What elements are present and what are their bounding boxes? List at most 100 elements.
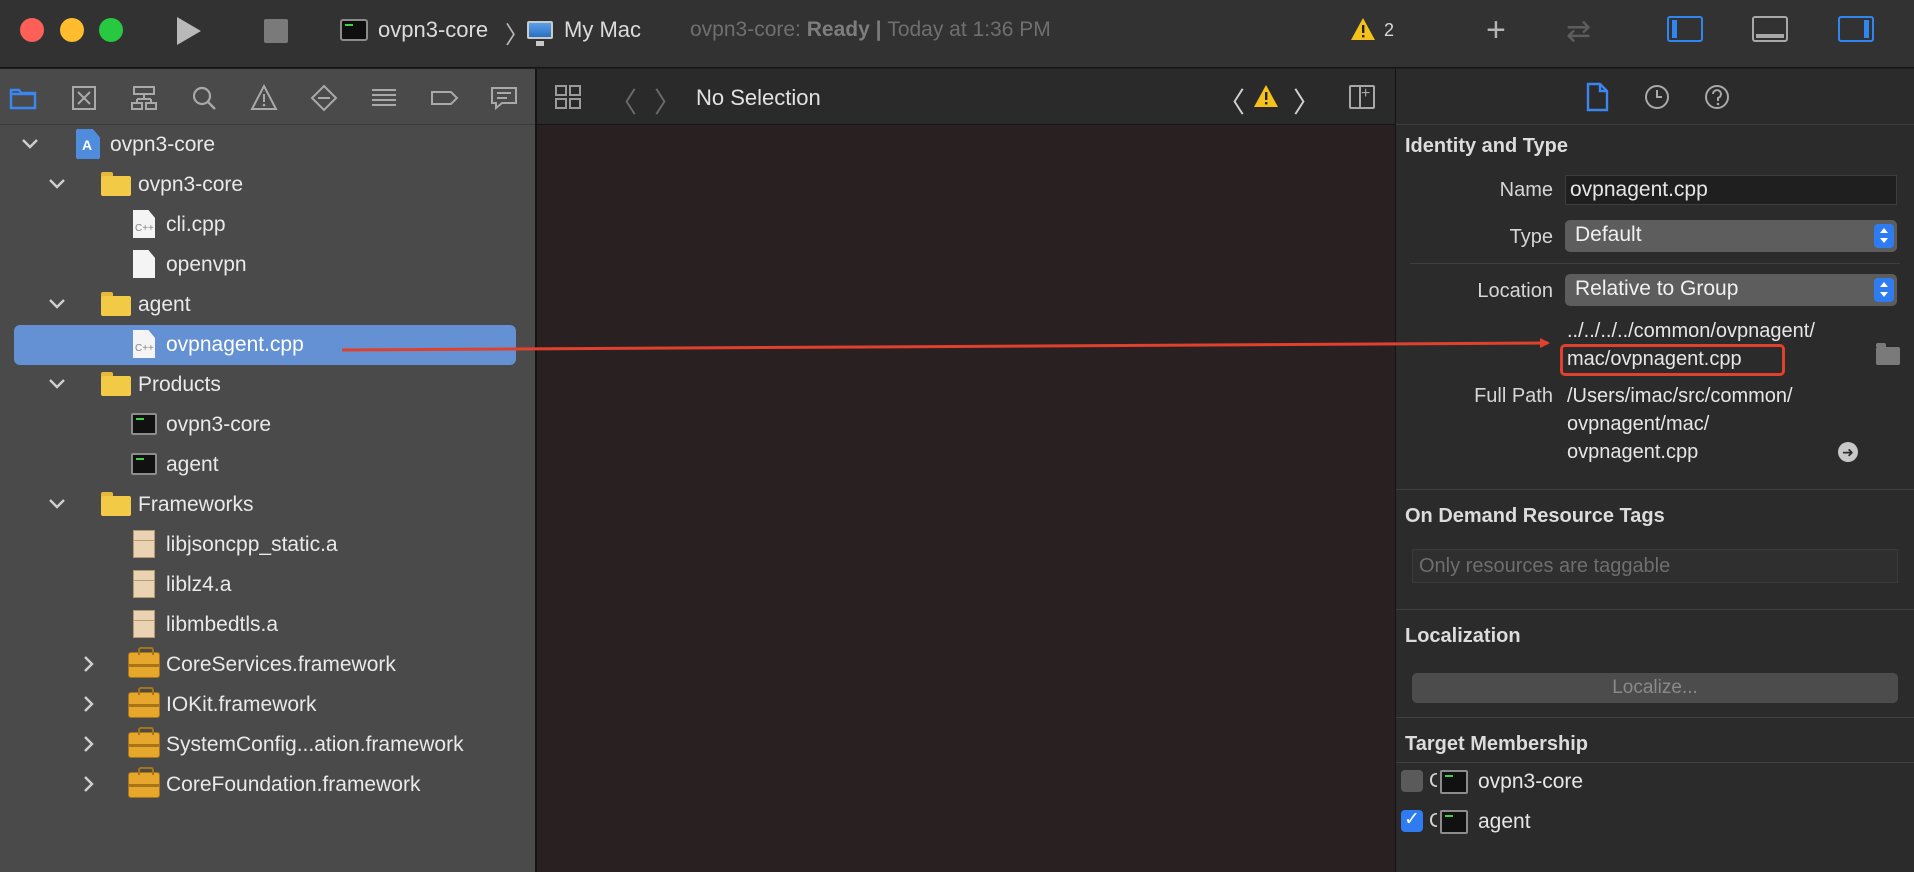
minimize-window-button[interactable]: [60, 18, 84, 42]
previous-issue-button[interactable]: 〈: [1217, 81, 1245, 121]
tab-debug-navigator[interactable]: [369, 83, 399, 113]
close-window-button[interactable]: [20, 18, 44, 42]
next-issue-button[interactable]: 〉: [1293, 81, 1321, 121]
tab-symbol-navigator[interactable]: [129, 83, 159, 113]
divider: [1410, 263, 1900, 264]
chevron-down-icon[interactable]: [47, 173, 67, 195]
tab-breakpoint-navigator[interactable]: [429, 83, 459, 113]
tab-source-control[interactable]: [69, 83, 99, 113]
full-path-line: ovpnagent/mac/: [1567, 413, 1710, 435]
file-inspector-document-icon[interactable]: [1582, 81, 1612, 113]
tab-test-navigator[interactable]: [309, 83, 339, 113]
tree-row-library[interactable]: liblz4.a: [0, 565, 535, 605]
library-icon: [133, 610, 155, 638]
tree-label: IOKit.framework: [166, 693, 317, 716]
warning-icon[interactable]: [1350, 16, 1376, 42]
stop-button[interactable]: [264, 19, 288, 43]
tree-row-product[interactable]: agent: [0, 445, 535, 485]
warning-icon[interactable]: [1253, 83, 1279, 109]
project-navigator: ovpn3-core ovpn3-core C++ cli.cpp openvp…: [0, 69, 537, 872]
full-path-line: ovpnagent.cpp: [1567, 441, 1699, 463]
jump-bar: 〈 〉 No Selection 〈 〉: [537, 69, 1395, 125]
search-icon: [192, 86, 216, 110]
warning-count[interactable]: 2: [1384, 20, 1394, 41]
terminal-app-icon: [1440, 770, 1468, 794]
target-row[interactable]: C agent: [1396, 804, 1914, 840]
related-items-grid-icon[interactable]: [553, 83, 583, 111]
folder-icon: [9, 88, 37, 110]
tree-row-group[interactable]: Frameworks: [0, 485, 535, 525]
run-destination-selector[interactable]: My Mac: [564, 17, 641, 43]
tree-row-library[interactable]: libjsoncpp_static.a: [0, 525, 535, 565]
run-button[interactable]: [174, 14, 204, 48]
name-field[interactable]: ovpnagent.cpp: [1565, 175, 1897, 205]
tree-row-project[interactable]: ovpn3-core: [0, 125, 535, 165]
add-editor-button[interactable]: [1349, 85, 1375, 109]
target-checkbox[interactable]: [1401, 770, 1423, 792]
mac-icon: [527, 21, 553, 46]
scheme-selector[interactable]: ovpn3-core: [378, 17, 488, 43]
target-row[interactable]: C ovpn3-core: [1396, 764, 1914, 800]
tree-row-framework[interactable]: CoreFoundation.framework: [0, 765, 535, 805]
tree-row-group[interactable]: agent: [0, 285, 535, 325]
tree-row-library[interactable]: libmbedtls.a: [0, 605, 535, 645]
tree-label: libmbedtls.a: [166, 613, 279, 636]
history-clock-icon[interactable]: [1642, 81, 1672, 113]
target-prefix: C: [1429, 810, 1437, 832]
tree-row-framework[interactable]: IOKit.framework: [0, 685, 535, 725]
tree-row-framework[interactable]: SystemConfig...ation.framework: [0, 725, 535, 765]
folder-icon: [101, 292, 131, 316]
divider: [1396, 762, 1914, 763]
tree-row-file-selected[interactable]: C++ ovpnagent.cpp: [0, 325, 535, 365]
forward-button[interactable]: 〉: [654, 81, 682, 121]
tree-row-file[interactable]: C++ cli.cpp: [0, 205, 535, 245]
chevron-down-icon[interactable]: [47, 493, 67, 515]
code-review-button[interactable]: ⇄: [1566, 14, 1591, 50]
toggle-navigator-button[interactable]: [1667, 16, 1703, 42]
location-select[interactable]: Relative to Group: [1565, 274, 1897, 306]
tab-issue-navigator[interactable]: [249, 83, 279, 113]
location-label: Location: [1477, 280, 1553, 302]
choose-folder-icon[interactable]: [1876, 343, 1900, 365]
reveal-in-finder-arrow-icon[interactable]: ➜: [1838, 442, 1858, 462]
type-select[interactable]: Default: [1565, 220, 1897, 252]
localize-button[interactable]: Localize...: [1412, 673, 1898, 703]
terminal-app-icon: [131, 413, 157, 435]
tab-find-navigator[interactable]: [189, 83, 219, 113]
chevron-right-icon[interactable]: [78, 733, 98, 755]
target-checkbox-checked[interactable]: [1401, 808, 1423, 832]
tab-report-navigator[interactable]: [489, 83, 519, 113]
tree-label: liblz4.a: [166, 573, 232, 596]
cpp-file-icon: C++: [133, 210, 155, 238]
full-path-line: /Users/imac/src/common/: [1567, 385, 1793, 407]
divider: [1396, 489, 1914, 490]
back-button[interactable]: 〈: [609, 81, 637, 121]
jump-bar-path[interactable]: No Selection: [696, 85, 821, 111]
localization-section-title: Localization: [1405, 625, 1521, 647]
tree-label: Products: [138, 373, 221, 396]
chevron-right-icon[interactable]: [78, 773, 98, 795]
target-membership-title: Target Membership: [1405, 733, 1588, 755]
chevron-down-icon[interactable]: [47, 373, 67, 395]
resource-tags-field: Only resources are taggable: [1412, 549, 1898, 583]
chevron-down-icon[interactable]: [47, 293, 67, 315]
library-icon: [133, 530, 155, 558]
tree-row-group[interactable]: ovpn3-core: [0, 165, 535, 205]
stepper-arrows-icon: [1874, 224, 1894, 248]
tab-project-navigator[interactable]: [8, 83, 38, 113]
toggle-inspector-button[interactable]: [1838, 16, 1874, 42]
tree-label: agent: [138, 293, 191, 316]
tree-row-framework[interactable]: CoreServices.framework: [0, 645, 535, 685]
library-add-button[interactable]: +: [1486, 10, 1506, 50]
chevron-right-icon[interactable]: [78, 693, 98, 715]
toggle-debug-area-button[interactable]: [1752, 16, 1788, 42]
tree-row-file[interactable]: openvpn: [0, 245, 535, 285]
zoom-window-button[interactable]: [99, 18, 123, 42]
chevron-right-icon[interactable]: [78, 653, 98, 675]
terminal-app-icon: [131, 453, 157, 475]
tree-row-product[interactable]: ovpn3-core: [0, 405, 535, 445]
quick-help-icon[interactable]: [1702, 81, 1732, 113]
target-label: agent: [1478, 810, 1531, 833]
chevron-down-icon[interactable]: [20, 133, 40, 155]
tree-row-group[interactable]: Products: [0, 365, 535, 405]
